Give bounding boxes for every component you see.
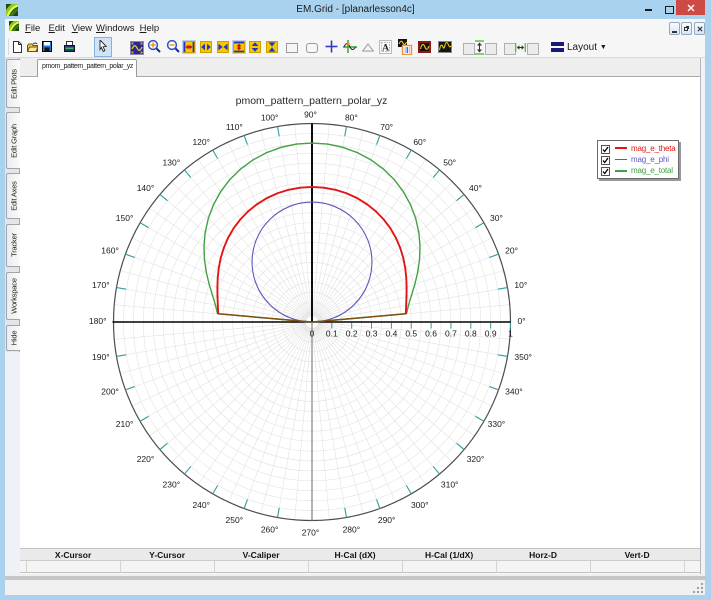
svg-text:230°: 230° [163,479,181,489]
svg-text:190°: 190° [92,352,110,362]
svg-text:100°: 100° [261,113,279,123]
svg-text:0.4: 0.4 [385,329,397,339]
svg-text:250°: 250° [226,515,244,525]
svg-text:340°: 340° [505,386,523,396]
svg-text:0.1: 0.1 [326,329,338,339]
svg-text:120°: 120° [192,137,210,147]
svg-text:0.2: 0.2 [346,329,358,339]
svg-text:1: 1 [508,329,513,339]
svg-text:20°: 20° [505,246,518,256]
svg-text:330°: 330° [488,419,506,429]
svg-text:40°: 40° [469,183,482,193]
svg-text:290°: 290° [378,515,396,525]
svg-text:220°: 220° [137,454,155,464]
svg-text:140°: 140° [137,183,155,193]
svg-text:170°: 170° [92,280,110,290]
svg-text:60°: 60° [413,137,426,147]
svg-text:0.6: 0.6 [425,329,437,339]
svg-text:80°: 80° [345,113,358,123]
svg-text:0: 0 [310,329,315,339]
svg-text:0.5: 0.5 [405,329,417,339]
svg-text:320°: 320° [467,454,485,464]
svg-text:0.3: 0.3 [366,329,378,339]
svg-text:0.7: 0.7 [445,329,457,339]
svg-text:10°: 10° [514,280,527,290]
svg-text:50°: 50° [443,158,456,168]
svg-text:200°: 200° [101,386,119,396]
svg-text:280°: 280° [343,524,361,534]
svg-text:150°: 150° [116,213,134,223]
svg-text:70°: 70° [380,122,393,132]
svg-text:160°: 160° [101,246,119,256]
svg-text:30°: 30° [490,213,503,223]
svg-text:110°: 110° [226,122,243,132]
svg-text:350°: 350° [514,352,532,362]
svg-text:0.8: 0.8 [465,329,477,339]
svg-text:0°: 0° [518,316,526,326]
svg-text:0.9: 0.9 [485,329,497,339]
svg-text:260°: 260° [261,524,279,534]
svg-text:270°: 270° [302,528,320,538]
svg-text:180°: 180° [89,316,107,326]
svg-text:310°: 310° [441,479,459,489]
svg-text:90°: 90° [304,110,317,120]
svg-text:300°: 300° [411,500,429,510]
svg-text:210°: 210° [116,419,134,429]
svg-text:130°: 130° [163,158,181,168]
svg-text:240°: 240° [192,500,210,510]
svg-text:A: A [382,44,389,54]
